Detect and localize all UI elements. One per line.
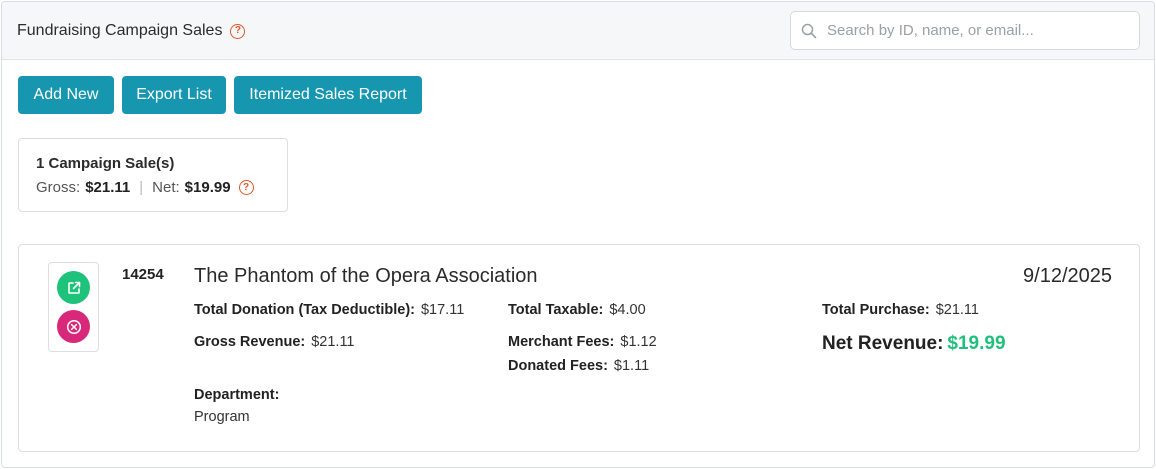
net-revenue: Net Revenue: $19.99 [822, 333, 1006, 355]
summary-help-icon[interactable]: ? [238, 180, 254, 195]
total-donation-field: Total Donation (Tax Deductible): $17.11 [194, 302, 464, 318]
gross-value: $21.11 [85, 179, 131, 196]
sale-actions [48, 262, 99, 352]
campaign-sales-panel: Fundraising Campaign Sales ? Add New Exp… [1, 1, 1155, 468]
itemized-sales-report-button[interactable]: Itemized Sales Report [234, 76, 422, 114]
total-donation-value: $17.11 [420, 302, 465, 318]
delete-sale-button[interactable] [57, 310, 90, 343]
open-sale-button[interactable] [57, 271, 90, 304]
close-circle-icon [66, 319, 81, 334]
net-revenue-value: $19.99 [947, 333, 1006, 354]
panel-header: Fundraising Campaign Sales ? [2, 2, 1154, 60]
gross-revenue-field: Gross Revenue: $21.11 [194, 334, 355, 350]
donated-fees-label: Donated Fees: [508, 358, 608, 374]
donated-fees-field: Donated Fees: $1.11 [508, 358, 649, 374]
net-revenue-label: Net Revenue: [822, 333, 944, 354]
add-new-button[interactable]: Add New [18, 76, 114, 114]
sales-summary-card: 1 Campaign Sale(s) Gross: $21.11 | Net: … [18, 138, 288, 212]
total-purchase-field: Total Purchase: $21.11 [822, 302, 979, 318]
merchant-fees-value: $1.12 [620, 334, 657, 350]
external-link-icon [67, 281, 80, 294]
total-purchase-value: $21.11 [935, 302, 979, 318]
gross-revenue-value: $21.11 [311, 334, 355, 350]
search-icon [801, 23, 817, 38]
search-input[interactable] [827, 22, 1127, 39]
page-title-text: Fundraising Campaign Sales [17, 22, 223, 39]
department-label: Department: [194, 387, 280, 403]
total-purchase-label: Total Purchase: [822, 302, 930, 318]
help-icon[interactable]: ? [230, 23, 246, 39]
sale-date: 9/12/2025 [1023, 265, 1112, 287]
sale-record: 14254 The Phantom of the Opera Associati… [18, 244, 1140, 452]
merchant-fees-label: Merchant Fees: [508, 334, 615, 350]
sales-count: 1 Campaign Sale(s) [36, 155, 175, 172]
total-taxable-value: $4.00 [609, 302, 646, 318]
summary-separator: | [139, 179, 144, 196]
department-value: Program [194, 409, 250, 425]
net-label: Net: [152, 179, 180, 196]
gross-revenue-label: Gross Revenue: [194, 334, 306, 350]
organization-name: The Phantom of the Opera Association [194, 265, 538, 287]
summary-totals: Gross: $21.11 | Net: $19.99 ? [36, 179, 254, 196]
donated-fees-value: $1.11 [613, 358, 650, 374]
merchant-fees-field: Merchant Fees: $1.12 [508, 334, 657, 350]
page-title: Fundraising Campaign Sales ? [17, 22, 246, 40]
total-taxable-field: Total Taxable: $4.00 [508, 302, 646, 318]
total-taxable-label: Total Taxable: [508, 302, 604, 318]
search-box[interactable] [790, 11, 1140, 50]
gross-label: Gross: [36, 179, 81, 196]
net-value: $19.99 [184, 179, 231, 196]
total-donation-label: Total Donation (Tax Deductible): [194, 302, 415, 318]
export-list-button[interactable]: Export List [122, 76, 226, 114]
sale-id: 14254 [122, 266, 164, 283]
